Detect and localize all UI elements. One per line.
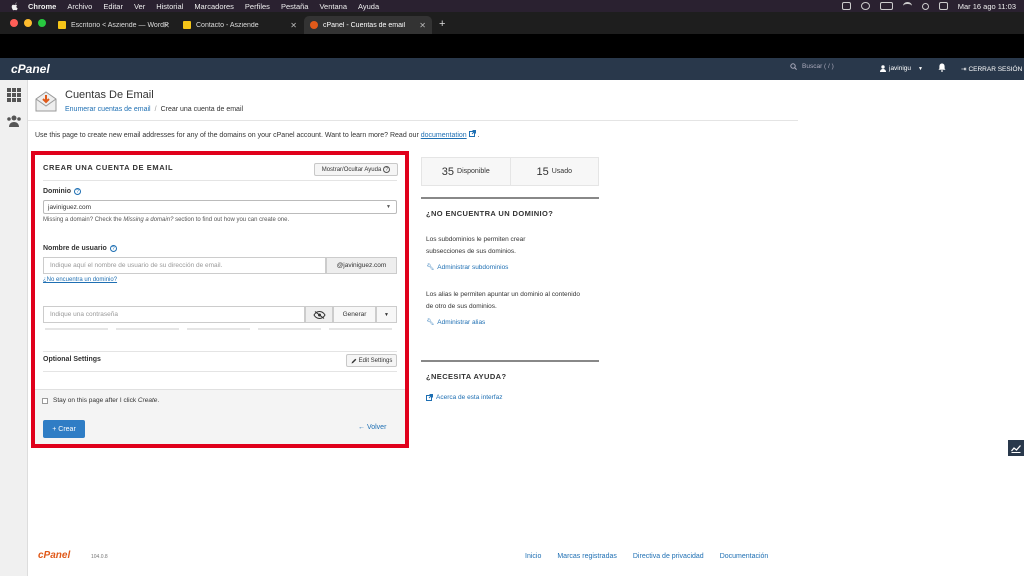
manage-aliases-link[interactable]: 🔧︎ Administrar alias bbox=[426, 318, 486, 327]
manage-aliases-label: Administrar alias bbox=[437, 318, 486, 326]
minimize-window-icon[interactable] bbox=[24, 19, 32, 27]
close-tab-icon[interactable]: ✕ bbox=[163, 21, 170, 30]
footer-link-privacidad[interactable]: Directiva de privacidad bbox=[633, 553, 704, 560]
search-icon bbox=[790, 63, 797, 70]
control-center-icon[interactable] bbox=[938, 2, 948, 10]
footer-cpanel-logo[interactable]: cPanel bbox=[38, 550, 70, 561]
external-link-icon bbox=[426, 394, 433, 401]
stat-used: 15 Usado bbox=[509, 158, 599, 185]
footer-link-marcas[interactable]: Marcas registradas bbox=[557, 553, 617, 560]
search-placeholder: Buscar ( / ) bbox=[802, 63, 834, 70]
cpanel-logo[interactable]: cPanel bbox=[11, 62, 50, 76]
breadcrumb-current: Crear una cuenta de email bbox=[160, 106, 244, 113]
subdomains-description: Los subdominios le permiten crear subsec… bbox=[426, 236, 526, 255]
menu-marcadores[interactable]: Marcadores bbox=[194, 2, 234, 11]
menu-pestana[interactable]: Pestaña bbox=[281, 2, 309, 11]
logout-button[interactable]: ⇥ CERRAR SESIÓN bbox=[961, 65, 1023, 74]
breadcrumb-separator: / bbox=[154, 106, 157, 113]
menu-ver[interactable]: Ver bbox=[134, 2, 145, 11]
status-icon[interactable] bbox=[860, 2, 870, 10]
manage-subdomains-link[interactable]: 🔧︎ Administrar subdominios bbox=[426, 263, 509, 272]
used-label: Usado bbox=[551, 168, 572, 175]
cpanel-header: cPanel Buscar ( / ) javinigu ▼ ⇥ CERRAR … bbox=[0, 58, 1024, 80]
battery-icon[interactable] bbox=[879, 2, 893, 10]
page-title: Cuentas De Email bbox=[65, 89, 154, 101]
intro-end: . bbox=[475, 132, 480, 139]
breadcrumb: Enumerar cuentas de email / Crear una cu… bbox=[65, 106, 243, 113]
wordpress-favicon-icon bbox=[58, 21, 66, 29]
menu-editar[interactable]: Editar bbox=[103, 2, 123, 11]
tab-contacto[interactable]: Contacto - Asziende ✕ bbox=[177, 16, 303, 34]
divider bbox=[421, 360, 599, 362]
screen-icon[interactable] bbox=[841, 2, 851, 10]
available-count: 35 bbox=[441, 165, 455, 178]
grid-icon[interactable] bbox=[6, 87, 22, 103]
menu-archivo[interactable]: Archivo bbox=[67, 2, 92, 11]
user-menu[interactable]: javinigu ▼ bbox=[880, 65, 923, 72]
tab-label: cPanel - Cuentas de email bbox=[323, 21, 406, 29]
chevron-down-icon: ▼ bbox=[918, 65, 923, 72]
menu-ayuda[interactable]: Ayuda bbox=[358, 2, 379, 11]
intro-text: Use this page to create new email addres… bbox=[35, 130, 480, 139]
wrench-icon: 🔧︎ bbox=[426, 264, 435, 271]
manage-subdomains-label: Administrar subdominios bbox=[437, 263, 509, 271]
logout-icon: ⇥ bbox=[961, 66, 967, 73]
account-stats: 35 Disponible 15 Usado bbox=[421, 157, 599, 186]
tab-wordpress[interactable]: Escritorio < Asziende — WordP ✕ bbox=[52, 16, 176, 34]
cpanel-favicon-icon bbox=[310, 21, 318, 29]
main-content: Cuentas De Email Enumerar cuentas de ema… bbox=[28, 80, 1024, 576]
wifi-icon[interactable] bbox=[902, 2, 912, 10]
site-favicon-icon bbox=[183, 21, 191, 29]
cpanel-search[interactable]: Buscar ( / ) bbox=[790, 63, 834, 70]
help-heading: ¿NECESITA AYUDA? bbox=[426, 372, 507, 381]
available-label: Disponible bbox=[457, 168, 490, 175]
breadcrumb-link-list[interactable]: Enumerar cuentas de email bbox=[65, 106, 151, 113]
documentation-link[interactable]: documentation bbox=[421, 132, 467, 139]
footer-version: 104.0.8 bbox=[91, 554, 108, 560]
about-interface-label: Acerca de esta interfaz bbox=[436, 394, 503, 401]
username: javinigu bbox=[889, 65, 912, 72]
aliases-description: Los alias le permiten apuntar un dominio… bbox=[426, 291, 580, 310]
menu-ventana[interactable]: Ventana bbox=[319, 2, 347, 11]
browser-toolbar bbox=[0, 34, 1024, 58]
divider bbox=[28, 120, 798, 121]
logout-label: CERRAR SESIÓN bbox=[968, 65, 1023, 73]
close-tab-icon[interactable]: ✕ bbox=[419, 21, 426, 30]
email-envelope-icon bbox=[35, 91, 57, 112]
about-interface-link[interactable]: Acerca de esta interfaz bbox=[426, 394, 502, 401]
menu-historial[interactable]: Historial bbox=[156, 2, 183, 11]
footer-link-documentacion[interactable]: Documentación bbox=[720, 553, 769, 560]
wrench-icon: 🔧︎ bbox=[426, 319, 435, 326]
footer-link-inicio[interactable]: Inicio bbox=[525, 553, 541, 560]
apple-icon[interactable] bbox=[10, 1, 20, 11]
tab-label: Contacto - Asziende bbox=[196, 21, 259, 29]
chart-icon[interactable] bbox=[1008, 440, 1024, 456]
menu-perfiles[interactable]: Perfiles bbox=[245, 2, 270, 11]
cpanel-sidebar bbox=[0, 80, 28, 576]
new-tab-button[interactable]: + bbox=[439, 18, 445, 30]
bell-icon[interactable] bbox=[938, 63, 946, 72]
external-link-icon bbox=[468, 130, 476, 137]
clock[interactable]: Mar 16 ago 11:03 bbox=[958, 2, 1016, 11]
footer-links: Inicio Marcas registradas Directiva de p… bbox=[525, 553, 768, 560]
stat-available: 35 Disponible bbox=[422, 158, 510, 185]
tab-label: Escritorio < Asziende — WordP bbox=[71, 21, 169, 29]
search-icon[interactable] bbox=[921, 2, 929, 10]
tab-cpanel[interactable]: cPanel - Cuentas de email ✕ bbox=[304, 16, 432, 34]
intro-sentence: Use this page to create new email addres… bbox=[35, 132, 421, 139]
maximize-window-icon[interactable] bbox=[38, 19, 46, 27]
menu-chrome[interactable]: Chrome bbox=[28, 2, 56, 11]
close-tab-icon[interactable]: ✕ bbox=[290, 21, 297, 30]
macos-menubar: Chrome Archivo Editar Ver Historial Marc… bbox=[0, 0, 1024, 12]
no-domain-heading: ¿NO ENCUENTRA UN DOMINIO? bbox=[426, 209, 554, 218]
divider bbox=[421, 197, 599, 199]
used-count: 15 bbox=[536, 165, 549, 178]
highlight-frame bbox=[31, 151, 409, 448]
user-icon bbox=[880, 65, 886, 72]
users-icon[interactable] bbox=[6, 113, 22, 129]
close-window-icon[interactable] bbox=[10, 19, 18, 27]
